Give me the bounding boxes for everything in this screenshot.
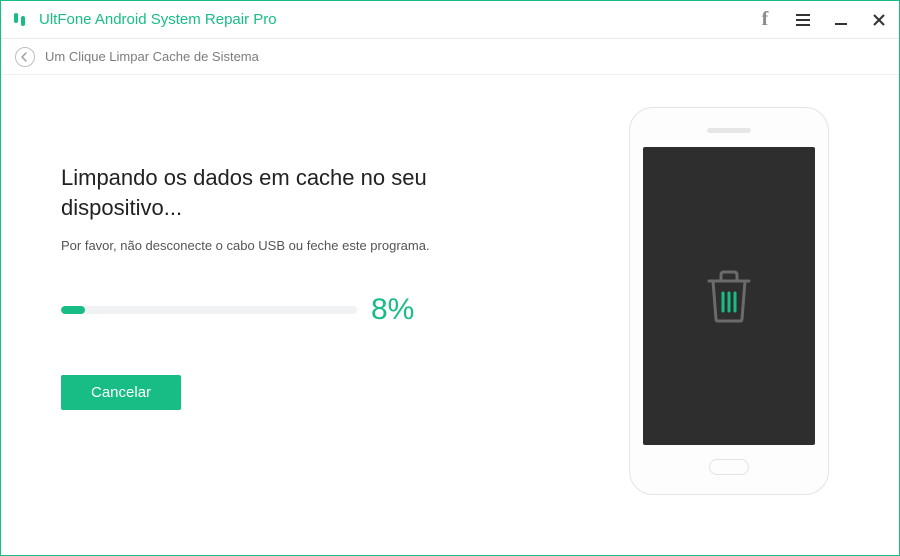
- titlebar-controls: f: [755, 10, 889, 30]
- progress-bar: [61, 306, 357, 314]
- progress-row: 8%: [61, 293, 531, 327]
- cancel-button[interactable]: Cancelar: [61, 375, 181, 410]
- close-icon[interactable]: [869, 10, 889, 30]
- device-illustration: [629, 107, 829, 495]
- progress-fill: [61, 306, 85, 314]
- titlebar: UltFone Android System Repair Pro f: [1, 1, 899, 39]
- minimize-icon[interactable]: [831, 10, 851, 30]
- page-heading: Limpando os dados em cache no seu dispos…: [61, 163, 531, 222]
- phone-home-button: [709, 459, 749, 475]
- left-panel: Limpando os dados em cache no seu dispos…: [61, 163, 531, 555]
- back-icon[interactable]: [15, 47, 35, 67]
- trash-icon: [701, 265, 757, 327]
- menu-icon[interactable]: [793, 10, 813, 30]
- phone-frame: [629, 107, 829, 495]
- content: Limpando os dados em cache no seu dispos…: [1, 75, 899, 555]
- progress-percent-label: 8%: [371, 293, 414, 327]
- app-title: UltFone Android System Repair Pro: [39, 11, 277, 28]
- phone-speaker: [707, 128, 751, 133]
- subheader: Um Clique Limpar Cache de Sistema: [1, 39, 899, 75]
- page-subtext: Por favor, não desconecte o cabo USB ou …: [61, 238, 531, 253]
- facebook-icon[interactable]: f: [755, 10, 775, 30]
- breadcrumb: Um Clique Limpar Cache de Sistema: [45, 49, 259, 64]
- phone-screen: [643, 147, 815, 445]
- app-logo-icon: [9, 9, 31, 31]
